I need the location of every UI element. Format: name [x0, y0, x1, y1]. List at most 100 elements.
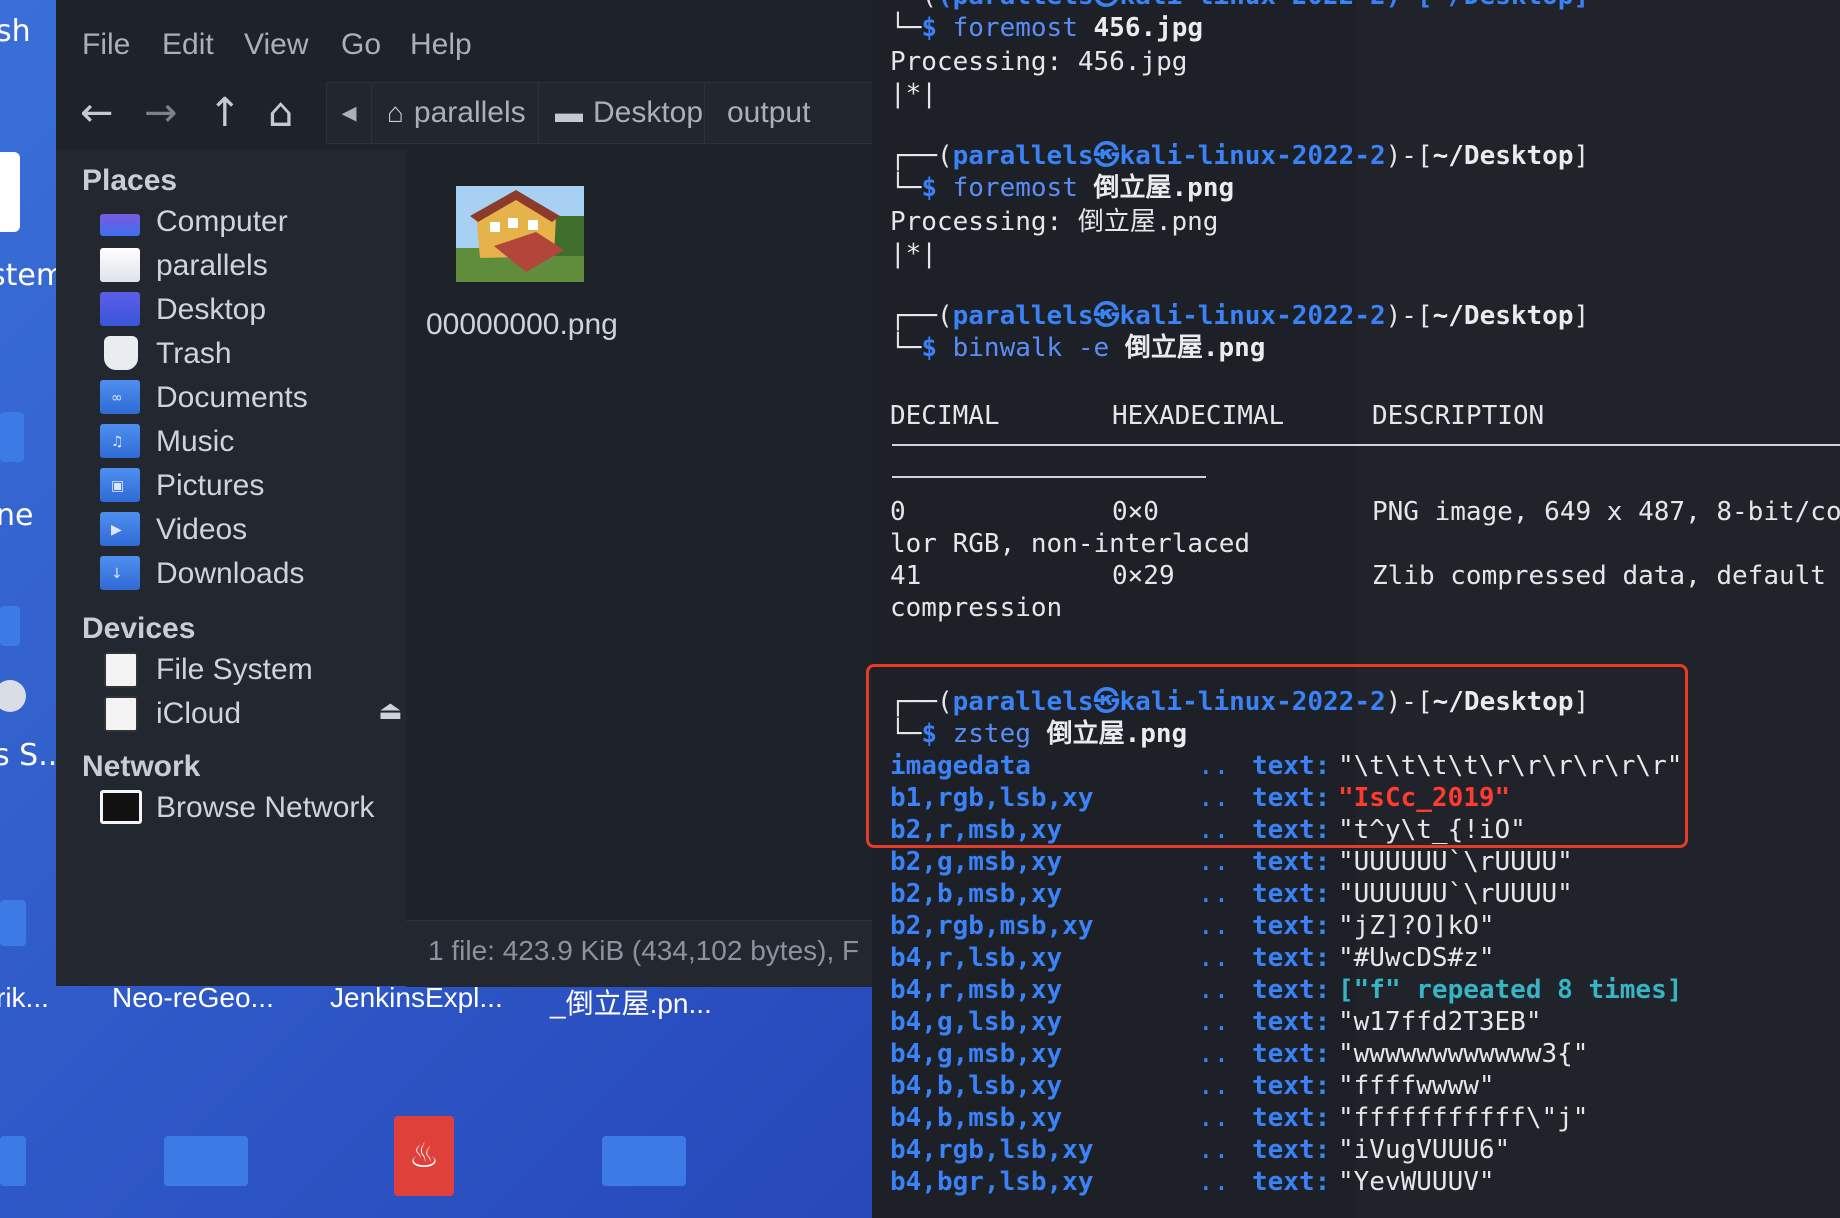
output-line: Processing: 456.jpg — [890, 47, 1188, 77]
zsteg-separator: .. — [1198, 911, 1230, 941]
zsteg-value: ["f" repeated 8 times] — [1338, 975, 1683, 1005]
menu-help[interactable]: Help — [410, 28, 472, 62]
sidebar-heading-devices: Devices — [82, 612, 196, 645]
zsteg-value: "#UwcDS#z" — [1338, 943, 1495, 973]
desktop-folder-icon[interactable] — [164, 1136, 248, 1186]
menu-view[interactable]: View — [244, 28, 308, 62]
sidebar-item-icloud[interactable]: iCloud — [100, 692, 400, 736]
back-arrow-icon[interactable]: ← — [80, 88, 114, 138]
prompt-line: ┌──(parallels㉿kali-linux-2022-2)-[~/Desk… — [890, 301, 1590, 331]
divider — [892, 476, 1206, 478]
zsteg-key: b4,r,msb,xy — [890, 975, 1063, 1005]
prompt-line-partial: ╰─((parallels㉿kali-linux-2022-2)-[~/Desk… — [890, 0, 1589, 12]
sidebar-item-documents[interactable]: ∞ Documents — [100, 376, 400, 420]
desktop-label-home[interactable]: ne — [0, 498, 33, 533]
breadcrumb-desktop[interactable]: ▬ Desktop — [539, 83, 705, 143]
menu-file[interactable]: File — [82, 28, 130, 62]
zsteg-key: b4,b,lsb,xy — [890, 1071, 1063, 1101]
desktop-folder-icon[interactable] — [0, 412, 24, 462]
eject-icon[interactable]: ⏏ — [378, 696, 403, 726]
zsteg-value: "iVugVUUU6" — [1338, 1135, 1511, 1165]
pictures-folder-icon: ▣ — [100, 468, 140, 502]
binwalk-cell: Zlib compressed data, default — [1372, 561, 1826, 591]
binwalk-cell: 0×0 — [1112, 497, 1159, 527]
highlight-annotation-box — [866, 664, 1688, 848]
menu-go[interactable]: Go — [341, 28, 381, 62]
zsteg-value: "fffffffffff\"j" — [1338, 1103, 1589, 1133]
downloads-folder-icon: ↓ — [100, 556, 140, 590]
terminal-window[interactable]: ╰─((parallels㉿kali-linux-2022-2)-[~/Desk… — [872, 0, 1840, 1218]
desktop-label-neoregeo[interactable]: Neo-reGeo... — [112, 982, 274, 1014]
sidebar-item-file-system[interactable]: File System — [100, 648, 400, 692]
zsteg-value: "wwwwwwwwwwww3{" — [1338, 1039, 1589, 1069]
output-line: Processing: 倒立屋.png — [890, 207, 1219, 237]
prompt-line: ┌──(parallels㉿kali-linux-2022-2)-[~/Desk… — [890, 141, 1590, 171]
java-file-icon[interactable]: ♨ — [394, 1116, 454, 1196]
home-folder-icon — [100, 248, 140, 282]
sidebar-item-parallels[interactable]: parallels — [100, 244, 400, 288]
zsteg-type: text: — [1252, 975, 1331, 1005]
zsteg-key: b4,rgb,lsb,xy — [890, 1135, 1094, 1165]
desktop-label-png[interactable]: _倒立屋.pn... — [550, 982, 712, 1022]
desktop-folder-icon[interactable] — [602, 1136, 686, 1186]
zsteg-type: text: — [1252, 879, 1331, 909]
zsteg-key: b2,g,msb,xy — [890, 847, 1063, 877]
breadcrumb-parallels[interactable]: ⌂ parallels — [371, 83, 539, 143]
network-icon — [100, 790, 142, 824]
caret-left-icon: ◂ — [341, 96, 357, 129]
zsteg-separator: .. — [1198, 975, 1230, 1005]
music-folder-icon: ♫ — [100, 424, 140, 458]
zsteg-separator: .. — [1198, 943, 1230, 973]
zsteg-key: b2,b,msb,xy — [890, 879, 1063, 909]
desktop-label-rik[interactable]: rik... — [0, 982, 49, 1014]
sidebar-item-downloads[interactable]: ↓ Downloads — [100, 552, 400, 596]
status-bar: 1 file: 423.9 KiB (434,102 bytes), F — [406, 920, 872, 987]
breadcrumb-scroll-left[interactable]: ◂ — [327, 83, 372, 143]
sidebar-item-browse-network[interactable]: Browse Network — [100, 786, 400, 830]
desktop-folder-icon[interactable] — [0, 1136, 26, 1186]
forward-arrow-icon[interactable]: → — [144, 88, 178, 138]
status-text: 1 file: 423.9 KiB (434,102 bytes), F — [428, 935, 860, 966]
zsteg-key: b2,rgb,msb,xy — [890, 911, 1094, 941]
toolbar: ← → ↑ ⌂ ◂ ⌂ parallels ▬ Desktop output — [56, 82, 888, 144]
zsteg-value: "ffffwwww" — [1338, 1071, 1495, 1101]
home-icon[interactable]: ⌂ — [268, 88, 293, 138]
binwalk-header-hex: HEXADECIMAL — [1112, 401, 1285, 431]
sidebar-item-desktop[interactable]: Desktop — [100, 288, 400, 332]
sidebar-item-pictures[interactable]: ▣ Pictures — [100, 464, 400, 508]
sidebar-item-trash[interactable]: Trash — [100, 332, 400, 376]
sidebar-item-videos[interactable]: ▶ Videos — [100, 508, 400, 552]
zsteg-value: "YevWUUUV" — [1338, 1167, 1495, 1197]
share-icon[interactable] — [0, 680, 26, 712]
binwalk-header-decimal: DECIMAL — [890, 401, 1000, 431]
zsteg-key: b4,r,lsb,xy — [890, 943, 1063, 973]
desktop-icon: ▬ — [555, 97, 583, 128]
breadcrumb-output[interactable]: output — [705, 83, 865, 143]
desktop-label-sh[interactable]: sh — [0, 14, 31, 49]
menu-edit[interactable]: Edit — [162, 28, 214, 62]
zsteg-key: b4,b,msb,xy — [890, 1103, 1063, 1133]
documents-folder-icon: ∞ — [100, 380, 140, 414]
zsteg-type: text: — [1252, 911, 1331, 941]
file-view: 00000000.png — [406, 150, 872, 940]
sidebar-item-computer[interactable]: Computer — [100, 200, 400, 244]
zsteg-separator: .. — [1198, 1071, 1230, 1101]
drive-icon — [104, 652, 138, 688]
zsteg-key: b4,bgr,lsb,xy — [890, 1167, 1094, 1197]
up-arrow-icon[interactable]: ↑ — [208, 88, 242, 138]
file-name: 00000000.png — [426, 308, 618, 341]
zsteg-separator: .. — [1198, 1103, 1230, 1133]
desktop-folder-icon[interactable] — [0, 900, 26, 946]
zsteg-value: "jZ]?O]kO" — [1338, 911, 1495, 941]
zsteg-type: text: — [1252, 1007, 1331, 1037]
breadcrumb: ◂ ⌂ parallels ▬ Desktop output — [326, 82, 888, 144]
file-manager-window: File Edit View Go Help ← → ↑ ⌂ ◂ ⌂ parall… — [56, 0, 888, 987]
desktop-drive-icon[interactable] — [0, 152, 20, 232]
zsteg-type: text: — [1252, 1103, 1331, 1133]
zsteg-separator: .. — [1198, 879, 1230, 909]
sidebar-item-music[interactable]: ♫ Music — [100, 420, 400, 464]
desktop-folder-icon[interactable] — [0, 606, 20, 646]
sidebar-heading-network: Network — [82, 750, 201, 783]
binwalk-cell: 0×29 — [1112, 561, 1175, 591]
zsteg-type: text: — [1252, 1167, 1331, 1197]
